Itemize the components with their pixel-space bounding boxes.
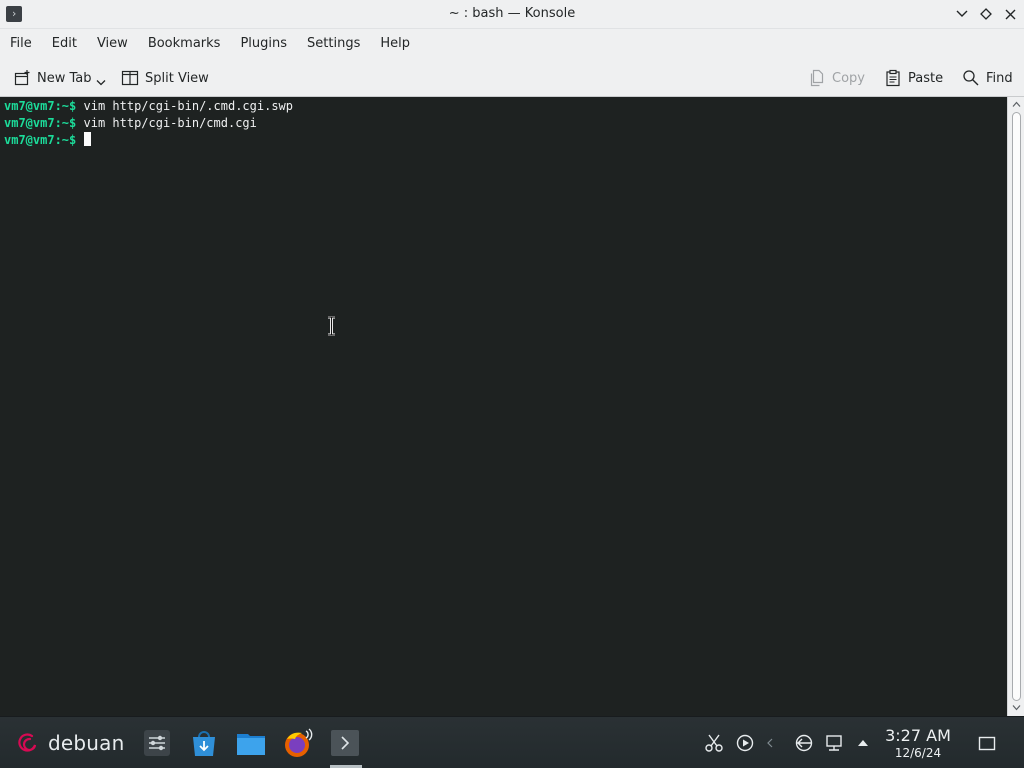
- prompt-path: :~$: [54, 133, 77, 147]
- app-launcher[interactable]: debuan: [18, 729, 125, 757]
- tray-expand-icon[interactable]: [853, 733, 873, 753]
- command-text: [76, 133, 83, 147]
- command-text: vim http/cgi-bin/cmd.cgi: [76, 116, 257, 130]
- network-share-icon[interactable]: [794, 733, 814, 753]
- debian-swirl-icon: [18, 733, 37, 752]
- scroll-up-icon[interactable]: [1012, 100, 1021, 109]
- clock-date: 12/6/24: [894, 746, 942, 760]
- find-label: Find: [986, 70, 1013, 86]
- software-center-icon[interactable]: [188, 727, 220, 759]
- terminal-cursor: [83, 132, 91, 146]
- minimize-button[interactable]: [953, 5, 971, 23]
- prompt-path: :~$: [54, 99, 77, 113]
- new-tab-label: New Tab: [37, 70, 92, 86]
- ibeam-cursor-icon: [328, 316, 335, 336]
- window-titlebar[interactable]: › ~ : bash — Konsole: [0, 0, 1024, 29]
- prompt-user: vm7@vm7: [4, 133, 55, 147]
- menu-bookmarks[interactable]: Bookmarks: [138, 29, 231, 59]
- paste-label: Paste: [908, 70, 944, 86]
- terminal-line: vm7@vm7:~$ vim http/cgi-bin/cmd.cgi: [4, 115, 1007, 132]
- menu-file[interactable]: File: [0, 29, 42, 59]
- launcher-label: debuan: [48, 731, 125, 755]
- media-player-icon[interactable]: [735, 733, 755, 753]
- menu-settings[interactable]: Settings: [297, 29, 370, 59]
- paste-icon: [886, 69, 900, 87]
- menu-help[interactable]: Help: [370, 29, 420, 59]
- konsole-icon[interactable]: [329, 727, 361, 759]
- menubar: File Edit View Bookmarks Plugins Setting…: [0, 29, 1024, 59]
- command-text: vim http/cgi-bin/.cmd.cgi.swp: [76, 99, 294, 113]
- menu-plugins[interactable]: Plugins: [230, 29, 297, 59]
- network-icon[interactable]: [824, 733, 844, 753]
- toolbar: New Tab Split View Copy Paste Find: [0, 59, 1024, 97]
- new-tab-button[interactable]: New Tab: [13, 67, 106, 89]
- terminal-line: vm7@vm7:~$: [4, 132, 1007, 149]
- scroll-down-icon[interactable]: [1012, 703, 1021, 712]
- chevron-down-icon[interactable]: [96, 79, 106, 87]
- close-button[interactable]: [1001, 5, 1019, 23]
- taskbar: debuan 3:27 AM 12/6/24: [0, 716, 1024, 768]
- terminal-view[interactable]: vm7@vm7:~$ vim http/cgi-bin/.cmd.cgi.swp…: [0, 97, 1007, 716]
- find-button[interactable]: Find: [962, 67, 1013, 89]
- prompt-path: :~$: [54, 116, 77, 130]
- prompt-user: vm7@vm7: [4, 99, 55, 113]
- clock[interactable]: 3:27 AM 12/6/24: [880, 726, 956, 760]
- new-tab-icon: [14, 70, 30, 86]
- terminal-scrollbar[interactable]: [1007, 97, 1024, 716]
- paste-button[interactable]: Paste: [884, 67, 943, 89]
- menu-view[interactable]: View: [87, 29, 138, 59]
- prompt-user: vm7@vm7: [4, 116, 55, 130]
- diamond-icon: [980, 8, 992, 20]
- maximize-button[interactable]: [977, 5, 995, 23]
- show-desktop-icon[interactable]: [977, 733, 997, 753]
- volume-icon[interactable]: [762, 733, 782, 753]
- split-view-label: Split View: [145, 70, 209, 86]
- copy-icon: [810, 69, 824, 87]
- split-view-icon: [121, 70, 139, 86]
- copy-button[interactable]: Copy: [808, 67, 865, 89]
- clock-time: 3:27 AM: [885, 726, 951, 745]
- copy-label: Copy: [832, 70, 865, 86]
- close-icon: [1005, 9, 1015, 19]
- chevron-down-icon: [956, 10, 968, 17]
- terminal-line: vm7@vm7:~$ vim http/cgi-bin/.cmd.cgi.swp: [4, 98, 1007, 115]
- split-view-button[interactable]: Split View: [121, 67, 209, 89]
- window-title: ~ : bash — Konsole: [448, 6, 576, 21]
- firefox-icon[interactable]: [282, 727, 314, 759]
- scrollbar-thumb[interactable]: [1012, 112, 1021, 701]
- menu-edit[interactable]: Edit: [42, 29, 87, 59]
- file-manager-icon[interactable]: [235, 727, 267, 759]
- system-settings-icon[interactable]: [141, 727, 173, 759]
- scissors-icon[interactable]: [704, 733, 724, 753]
- search-icon: [963, 70, 979, 86]
